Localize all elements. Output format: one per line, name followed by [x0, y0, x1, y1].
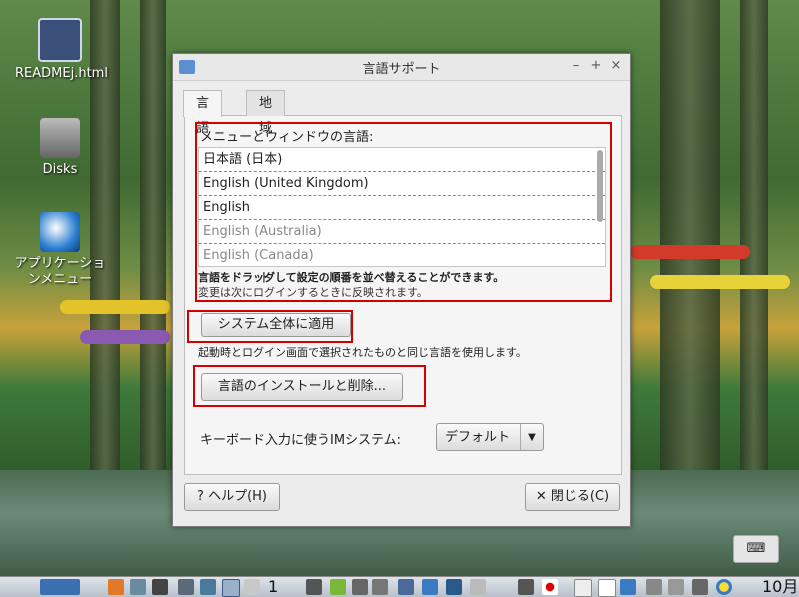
desktop-icon-disks[interactable]: Disks	[15, 118, 105, 177]
input-method-icon[interactable]	[574, 579, 592, 597]
close-icon: ✕	[535, 489, 547, 504]
workspace-number[interactable]: 1	[268, 577, 278, 597]
show-desktop-icon[interactable]	[200, 579, 216, 595]
tab-language[interactable]: 言語	[183, 90, 223, 136]
flower-bed	[80, 330, 170, 344]
desktop-icon-label: Disks	[42, 162, 78, 177]
tree-trunk	[660, 0, 720, 537]
app-icon[interactable]	[372, 579, 388, 595]
clock[interactable]: 10月	[762, 577, 798, 597]
tools-icon[interactable]	[692, 579, 708, 595]
close-button-label: 閉じる(C)	[550, 489, 610, 504]
desktop-icon-label: アプリケーションメニュー	[14, 256, 106, 287]
highlight-box	[193, 365, 426, 407]
settings-icon[interactable]	[108, 579, 124, 595]
files-icon[interactable]	[398, 579, 414, 595]
back-arrow-icon[interactable]	[330, 579, 346, 595]
close-window-button[interactable]: ×	[608, 58, 624, 74]
desktop-icon-app-menu[interactable]: アプリケーションメニュー	[10, 212, 110, 288]
monitor-icon[interactable]	[446, 579, 462, 595]
help-button[interactable]: ? ヘルプ(H)	[184, 483, 280, 511]
chevron-down-icon: ▼	[520, 424, 543, 450]
terminal-icon[interactable]	[306, 579, 322, 595]
language-support-window: 言語サポート – + × 言語 地域フォーマット メニューとウィンドウの言語: …	[172, 53, 631, 527]
im-system-label: キーボード入力に使うIMシステム:	[200, 433, 402, 448]
window-title: 言語サポート	[362, 62, 441, 77]
workspace-icon[interactable]	[244, 579, 260, 595]
apply-system-description: 起動時とログイン画面で選択されたものと同じ言語を使用します。	[198, 346, 527, 359]
app-icon[interactable]	[352, 579, 368, 595]
info-icon[interactable]	[598, 579, 616, 597]
close-button[interactable]: ✕ 閉じる(C)	[525, 483, 620, 511]
disk-icon	[40, 118, 80, 158]
im-system-dropdown[interactable]: デフォルト ▼	[436, 423, 544, 451]
camera-icon[interactable]	[518, 579, 534, 595]
network-icon[interactable]	[620, 579, 636, 595]
calculator-icon[interactable]	[470, 579, 486, 595]
window-list-icon[interactable]	[178, 579, 194, 595]
titlebar[interactable]: 言語サポート – + ×	[173, 54, 630, 81]
highlight-box	[195, 122, 612, 302]
flower-bed	[60, 300, 170, 314]
desktop-icon-label: READMEj.html	[15, 66, 108, 81]
tab-regional-format[interactable]: 地域フォーマット	[246, 90, 286, 286]
tree-trunk	[140, 0, 166, 537]
html-file-icon	[38, 18, 82, 62]
flower-bed	[650, 275, 790, 289]
tree-trunk	[740, 0, 768, 537]
speaker-icon[interactable]	[646, 579, 662, 595]
file-manager-icon[interactable]	[130, 579, 146, 595]
help-button-label: ヘルプ(H)	[208, 489, 267, 504]
japanese-flag-icon[interactable]	[542, 579, 558, 595]
home-icon[interactable]	[422, 579, 438, 595]
screenshot-icon[interactable]	[152, 579, 168, 595]
app-menu-icon	[40, 212, 80, 252]
maximize-button[interactable]: +	[588, 58, 604, 74]
minimize-button[interactable]: –	[568, 58, 584, 74]
help-icon: ?	[197, 489, 204, 504]
start-menu-icon[interactable]	[40, 579, 80, 595]
im-system-value: デフォルト	[445, 430, 511, 445]
highlight-box	[187, 310, 353, 343]
desktop-icon-readme[interactable]: READMEj.html	[15, 18, 108, 81]
battery-icon[interactable]	[668, 579, 684, 595]
update-icon[interactable]	[716, 579, 732, 595]
keyboard-indicator[interactable]: ⌨	[733, 535, 779, 563]
keyboard-icon: ⌨	[746, 541, 766, 556]
workspace-icon[interactable]	[222, 579, 240, 597]
taskbar: 1 10月	[0, 576, 799, 597]
flower-bed	[630, 245, 750, 259]
